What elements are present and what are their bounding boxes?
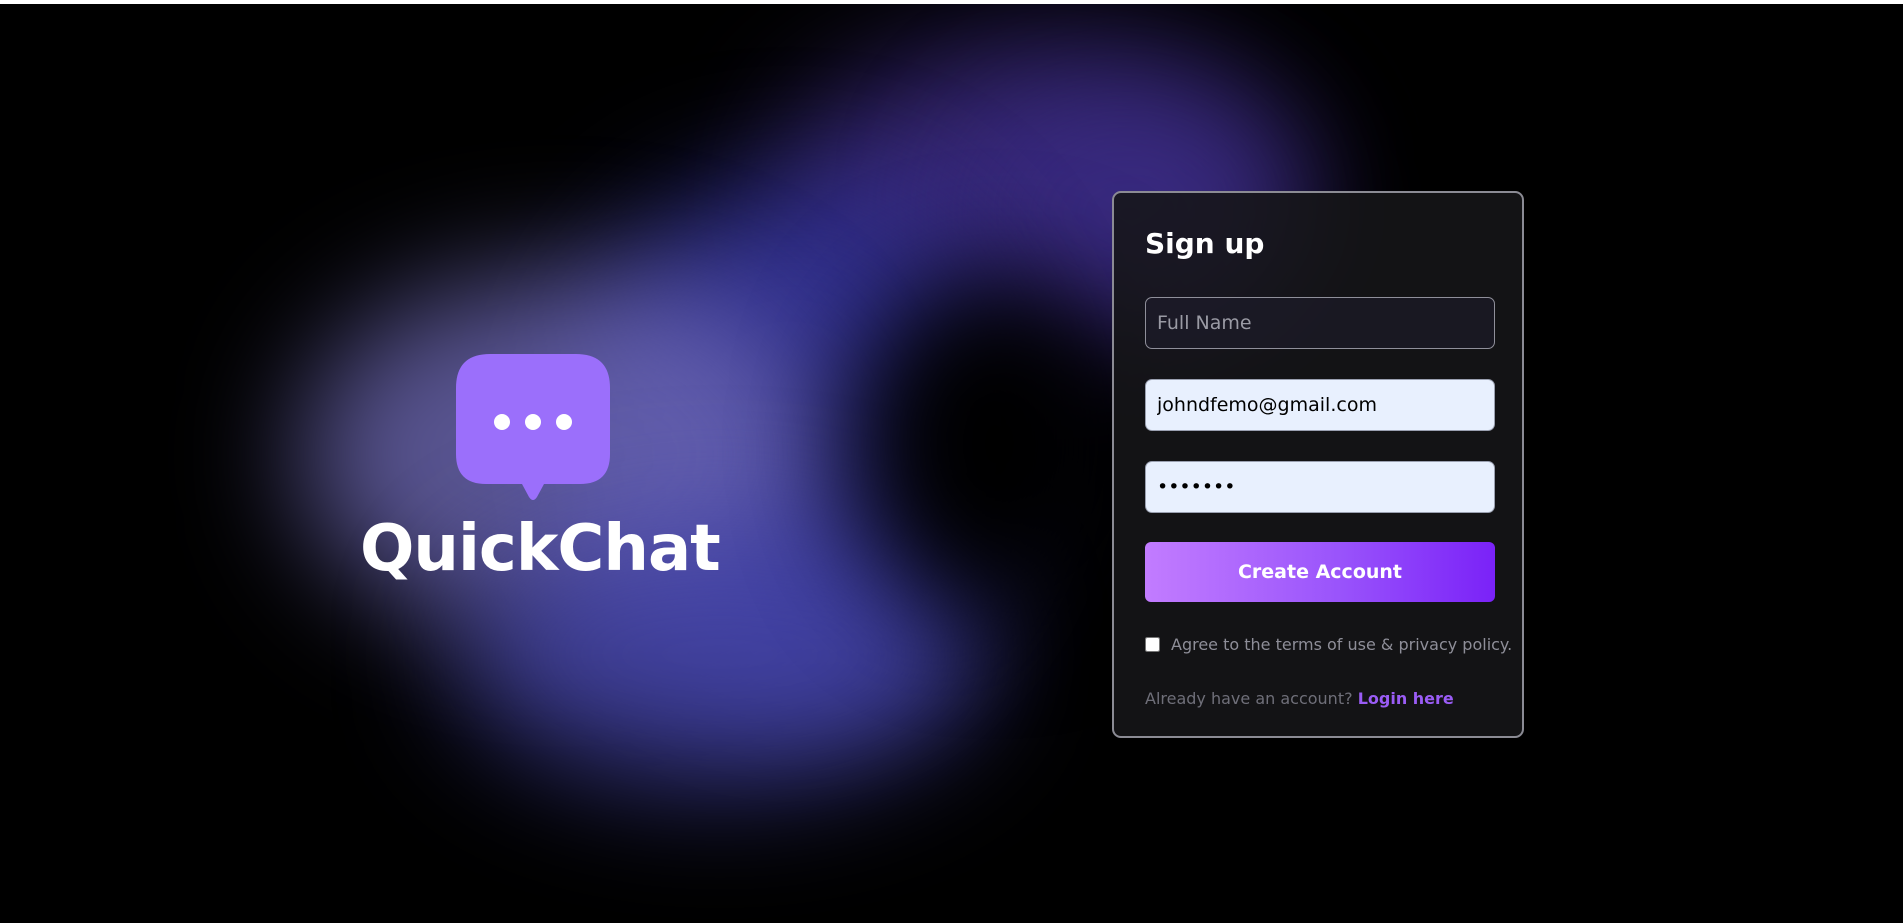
terms-agreement: Agree to the terms of use & privacy poli…: [1145, 635, 1512, 654]
login-prompt-line: Already have an account? Login here: [1145, 689, 1454, 708]
login-prompt: Already have an account?: [1145, 689, 1353, 708]
create-account-button[interactable]: Create Account: [1145, 542, 1495, 602]
chat-bubble-dots-icon: [456, 354, 610, 500]
password-input[interactable]: [1145, 461, 1495, 513]
terms-checkbox[interactable]: [1145, 637, 1160, 652]
brand-block: QuickChat: [360, 354, 721, 594]
email-input[interactable]: [1145, 379, 1495, 431]
terms-label: Agree to the terms of use & privacy poli…: [1171, 635, 1513, 654]
background-shadow: [850, 274, 1140, 614]
page-background: QuickChat Sign up Create Account Agree t…: [0, 4, 1903, 923]
login-link[interactable]: Login here: [1358, 689, 1454, 708]
signup-form: Sign up Create Account Agree to the term…: [1112, 191, 1524, 738]
form-title: Sign up: [1145, 227, 1265, 260]
full-name-input[interactable]: [1145, 297, 1495, 349]
brand-name: QuickChat: [360, 512, 721, 586]
